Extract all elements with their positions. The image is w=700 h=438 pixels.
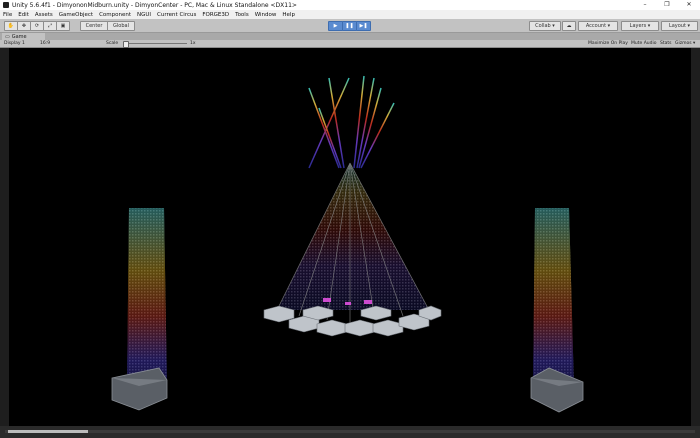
rect-icon: ▣ <box>60 23 66 29</box>
scale-value: 1x <box>190 41 196 46</box>
mute-audio-toggle[interactable]: Mute Audio <box>631 40 657 47</box>
layers-dropdown[interactable]: Layers ▾ <box>621 21 659 31</box>
aspect-dropdown[interactable]: 16:9 <box>40 40 50 47</box>
panel-tab-bar: ▭ Game <box>0 33 700 40</box>
close-button[interactable]: ✕ <box>678 0 700 10</box>
window-title: Unity 5.6.4f1 - DimyononMidburn.unity - … <box>12 1 297 9</box>
window-titlebar: Unity 5.6.4f1 - DimyononMidburn.unity - … <box>0 0 700 10</box>
right-led-column <box>530 208 584 413</box>
play-button[interactable]: ▶ <box>328 21 343 31</box>
pause-button[interactable]: ❚❚ <box>342 21 357 31</box>
menu-gameobject[interactable]: GameObject <box>56 12 96 18</box>
scale-label: Scale <box>106 41 119 46</box>
teepee-light-structure <box>263 75 442 337</box>
game-view-controls: Display 1 16:9 Scale 1x Maximize On Play… <box>0 40 700 48</box>
account-dropdown[interactable]: Account ▾ <box>578 21 618 31</box>
scene-render <box>111 75 584 413</box>
maximize-on-play-toggle[interactable]: Maximize On Play <box>588 40 628 47</box>
pivot-center-toggle[interactable]: Center <box>80 21 108 31</box>
move-icon: ✥ <box>21 23 27 29</box>
menu-current-circus[interactable]: Current Circus <box>154 12 199 18</box>
menu-forge3d[interactable]: FORGE3D <box>199 12 232 18</box>
menu-help[interactable]: Help <box>279 12 298 18</box>
pause-icon: ❚❚ <box>345 23 354 29</box>
menu-component[interactable]: Component <box>96 12 134 18</box>
game-viewport[interactable] <box>9 48 691 426</box>
menu-assets[interactable]: Assets <box>32 12 56 18</box>
scrollbar-thumb[interactable] <box>8 430 88 433</box>
menu-file[interactable]: File <box>0 12 15 18</box>
cloud-button[interactable]: ☁ <box>562 21 576 31</box>
display-dropdown[interactable]: Display 1 <box>4 40 25 47</box>
bottom-scrollbar <box>0 426 700 438</box>
game-icon: ▭ <box>5 33 10 40</box>
move-tool-button[interactable]: ✥ <box>17 21 31 31</box>
play-icon: ▶ <box>333 23 338 29</box>
maximize-button[interactable]: ❐ <box>656 0 678 10</box>
scale-tool-button[interactable]: ⤢ <box>43 21 57 31</box>
scale-icon: ⤢ <box>47 23 52 29</box>
main-toolbar: ✋ ✥ ⟳ ⤢ ▣ Center Global ▶ ❚❚ ▶❚ Collab ▾… <box>0 19 700 33</box>
step-button[interactable]: ▶❚ <box>356 21 371 31</box>
pivot-global-toggle[interactable]: Global <box>107 21 135 31</box>
gizmos-dropdown[interactable]: Gizmos ▾ <box>675 40 695 47</box>
rotate-tool-button[interactable]: ⟳ <box>30 21 44 31</box>
minimize-button[interactable]: – <box>634 0 656 10</box>
menu-window[interactable]: Window <box>252 12 280 18</box>
cloud-icon: ☁ <box>566 23 572 29</box>
menu-edit[interactable]: Edit <box>15 12 32 18</box>
hand-icon: ✋ <box>7 23 15 29</box>
scale-slider-track[interactable] <box>125 43 187 44</box>
left-led-column <box>111 208 168 411</box>
layout-dropdown[interactable]: Layout ▾ <box>661 21 698 31</box>
unity-logo-icon <box>3 2 9 8</box>
step-icon: ▶❚ <box>359 23 368 29</box>
tab-game[interactable]: ▭ Game <box>2 33 45 40</box>
rect-tool-button[interactable]: ▣ <box>56 21 70 31</box>
stats-toggle[interactable]: Stats <box>660 40 672 47</box>
hand-tool-button[interactable]: ✋ <box>4 21 18 31</box>
collab-dropdown[interactable]: Collab ▾ <box>529 21 561 31</box>
menu-ngui[interactable]: NGUI <box>134 12 154 18</box>
scale-slider-handle[interactable] <box>123 41 129 48</box>
menu-tools[interactable]: Tools <box>232 12 252 18</box>
scrollbar-track[interactable] <box>5 430 695 433</box>
menu-bar: File Edit Assets GameObject Component NG… <box>0 10 700 19</box>
rotate-icon: ⟳ <box>34 23 40 29</box>
